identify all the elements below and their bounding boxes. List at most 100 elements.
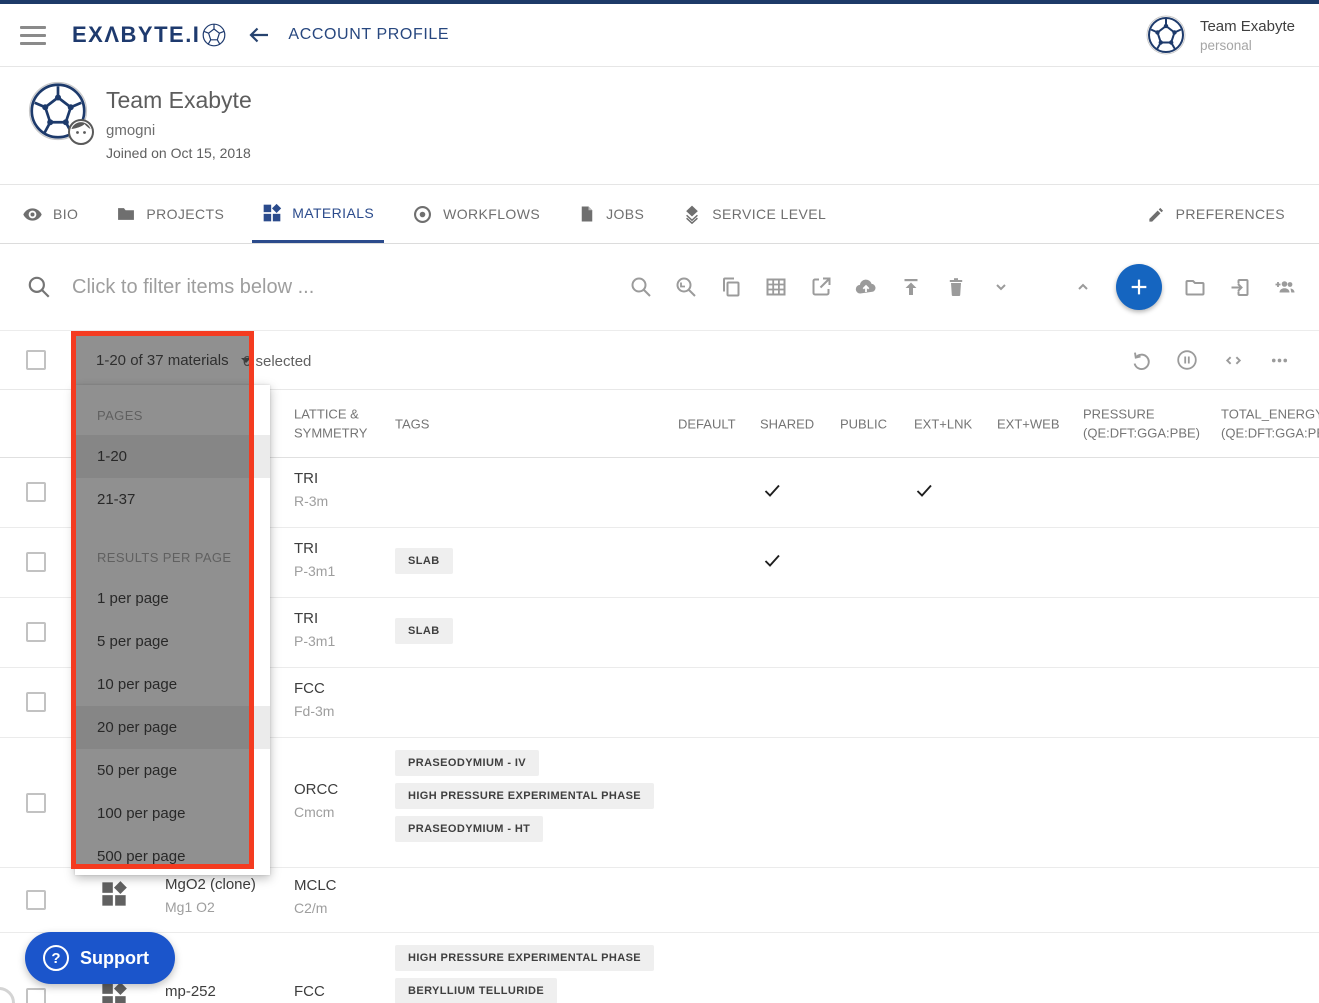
chevron-down-icon[interactable] — [989, 275, 1013, 299]
tab-workflows[interactable]: WORKFLOWS — [402, 185, 550, 243]
tab-projects[interactable]: PROJECTS — [106, 185, 234, 243]
column-header-pressure[interactable]: PRESSURE (QE:DFT:GGA:PBE) — [1083, 404, 1200, 443]
filter-input[interactable] — [72, 276, 492, 299]
row-checkbox[interactable] — [26, 552, 46, 572]
ext-lnk-check-icon — [914, 480, 934, 500]
lattice-type: MCLC — [294, 877, 337, 894]
search-icon[interactable] — [629, 275, 653, 299]
publish-icon[interactable] — [899, 275, 923, 299]
row-checkbox[interactable] — [26, 692, 46, 712]
symmetry-group: C2/m — [294, 900, 337, 916]
tab-materials[interactable]: MATERIALS — [252, 185, 384, 243]
pause-circle-icon[interactable] — [1175, 348, 1199, 372]
support-button[interactable]: ? Support — [25, 932, 175, 984]
tab-jobs[interactable]: JOBS — [568, 185, 654, 243]
grid-icon[interactable] — [764, 275, 788, 299]
undo-icon[interactable] — [1129, 348, 1153, 372]
highlight-red-box — [71, 331, 254, 869]
code-icon[interactable] — [1221, 348, 1245, 372]
layers-diamond-icon — [682, 204, 702, 224]
chevron-up-icon[interactable] — [1071, 275, 1095, 299]
row-checkbox[interactable] — [26, 482, 46, 502]
exit-to-app-icon[interactable] — [1228, 275, 1252, 299]
column-header-default[interactable]: DEFAULT — [678, 414, 736, 434]
more-horiz-icon[interactable] — [1267, 348, 1291, 372]
document-icon — [578, 204, 596, 224]
folder-icon[interactable] — [1183, 275, 1207, 299]
column-header-public[interactable]: PUBLIC — [840, 414, 887, 434]
search-retry-icon[interactable] — [674, 275, 698, 299]
app-bar: EXΛBYTE.I ACCOUNT PROFILE Team Exabyte p… — [0, 4, 1319, 67]
profile-avatar — [28, 81, 88, 141]
lattice-type: TRI — [294, 540, 335, 557]
lattice-type: TRI — [294, 610, 335, 627]
open-in-new-icon[interactable] — [809, 275, 833, 299]
tag-chip: SLAB — [395, 618, 453, 644]
lattice-type: FCC — [294, 983, 325, 1000]
page-title: ACCOUNT PROFILE — [288, 26, 449, 44]
lattice-type: FCC — [294, 680, 334, 697]
lattice-type: TRI — [294, 470, 328, 487]
cloud-upload-icon[interactable] — [854, 275, 878, 299]
user-face-badge-icon — [68, 119, 94, 145]
menu-icon[interactable] — [20, 26, 46, 45]
select-all-checkbox[interactable] — [26, 350, 46, 370]
column-header-ext-web[interactable]: EXT+WEB — [997, 414, 1060, 434]
back-arrow-icon[interactable] — [246, 23, 272, 47]
symmetry-group: P-3m1 — [294, 633, 335, 649]
column-header-tags[interactable]: TAGS — [395, 414, 429, 434]
lattice-type: ORCC — [294, 781, 338, 798]
add-material-button[interactable] — [1116, 264, 1162, 310]
delete-icon[interactable] — [944, 275, 968, 299]
logo[interactable]: EXΛBYTE.I — [72, 22, 226, 48]
profile-tabs: BIO PROJECTS MATERIALS WORKFLOWS JOBS SE… — [0, 185, 1319, 244]
tab-service-level[interactable]: SERVICE LEVEL — [672, 185, 836, 243]
tab-preferences[interactable]: PREFERENCES — [1137, 185, 1295, 243]
filter-bar — [0, 244, 1319, 331]
column-header-total-energy[interactable]: TOTAL_ENERGY (QE:DFT:GGA:PBE) — [1221, 404, 1319, 443]
account-name: Team Exabyte — [1200, 18, 1295, 35]
logo-text: EXΛBYTE.I — [72, 22, 200, 48]
group-add-icon[interactable] — [1273, 275, 1297, 299]
tag-chip: PRASEODYMIUM - HT — [395, 816, 543, 842]
column-header-shared[interactable]: SHARED — [760, 414, 814, 434]
symmetry-group: Fd-3m — [294, 703, 334, 719]
account-switcher[interactable]: Team Exabyte personal — [1146, 15, 1295, 55]
tag-chip: BERYLLIUM TELLURIDE — [395, 978, 557, 1003]
tag-chip: PRASEODYMIUM - IV — [395, 750, 539, 776]
material-formula: Mg1 O2 — [165, 899, 256, 915]
symmetry-group: P-3m1 — [294, 563, 335, 579]
symmetry-group: R-3m — [294, 493, 328, 509]
target-icon — [412, 204, 433, 225]
pencil-icon — [1147, 205, 1166, 224]
table-row[interactable]: mp-252 FCC HIGH PRESSURE EXPERIMENTAL PH… — [0, 933, 1319, 1003]
tag-chip: HIGH PRESSURE EXPERIMENTAL PHASE — [395, 945, 654, 971]
logo-fullerene-icon — [202, 23, 226, 47]
row-checkbox[interactable] — [26, 622, 46, 642]
copy-icon[interactable] — [719, 275, 743, 299]
tag-chip: SLAB — [395, 548, 453, 574]
shared-check-icon — [762, 480, 782, 500]
tag-chip: HIGH PRESSURE EXPERIMENTAL PHASE — [395, 783, 654, 809]
profile-summary: Team Exabyte gmogni Joined on Oct 15, 20… — [0, 67, 1319, 185]
tab-bio[interactable]: BIO — [12, 185, 88, 243]
search-icon — [26, 274, 52, 300]
material-icon — [100, 981, 128, 1003]
folder-icon — [116, 204, 136, 224]
row-checkbox[interactable] — [26, 793, 46, 813]
symmetry-group: Cmcm — [294, 804, 338, 820]
material-name: mp-252 — [165, 983, 216, 1000]
column-header-ext-lnk[interactable]: EXT+LNK — [914, 414, 972, 434]
material-name: MgO2 (clone) — [165, 876, 256, 893]
page: EXΛBYTE.I ACCOUNT PROFILE Team Exabyte p… — [0, 0, 1319, 1003]
profile-name: Team Exabyte — [106, 87, 252, 114]
shared-check-icon — [762, 550, 782, 570]
material-icon — [100, 880, 128, 908]
help-icon: ? — [43, 945, 69, 971]
account-type: personal — [1200, 38, 1295, 53]
account-avatar — [1146, 15, 1186, 55]
profile-joined-date: Joined on Oct 15, 2018 — [106, 145, 252, 161]
row-checkbox[interactable] — [26, 988, 46, 1003]
row-checkbox[interactable] — [26, 890, 46, 910]
column-header-lattice[interactable]: LATTICE & SYMMETRY — [294, 404, 367, 443]
